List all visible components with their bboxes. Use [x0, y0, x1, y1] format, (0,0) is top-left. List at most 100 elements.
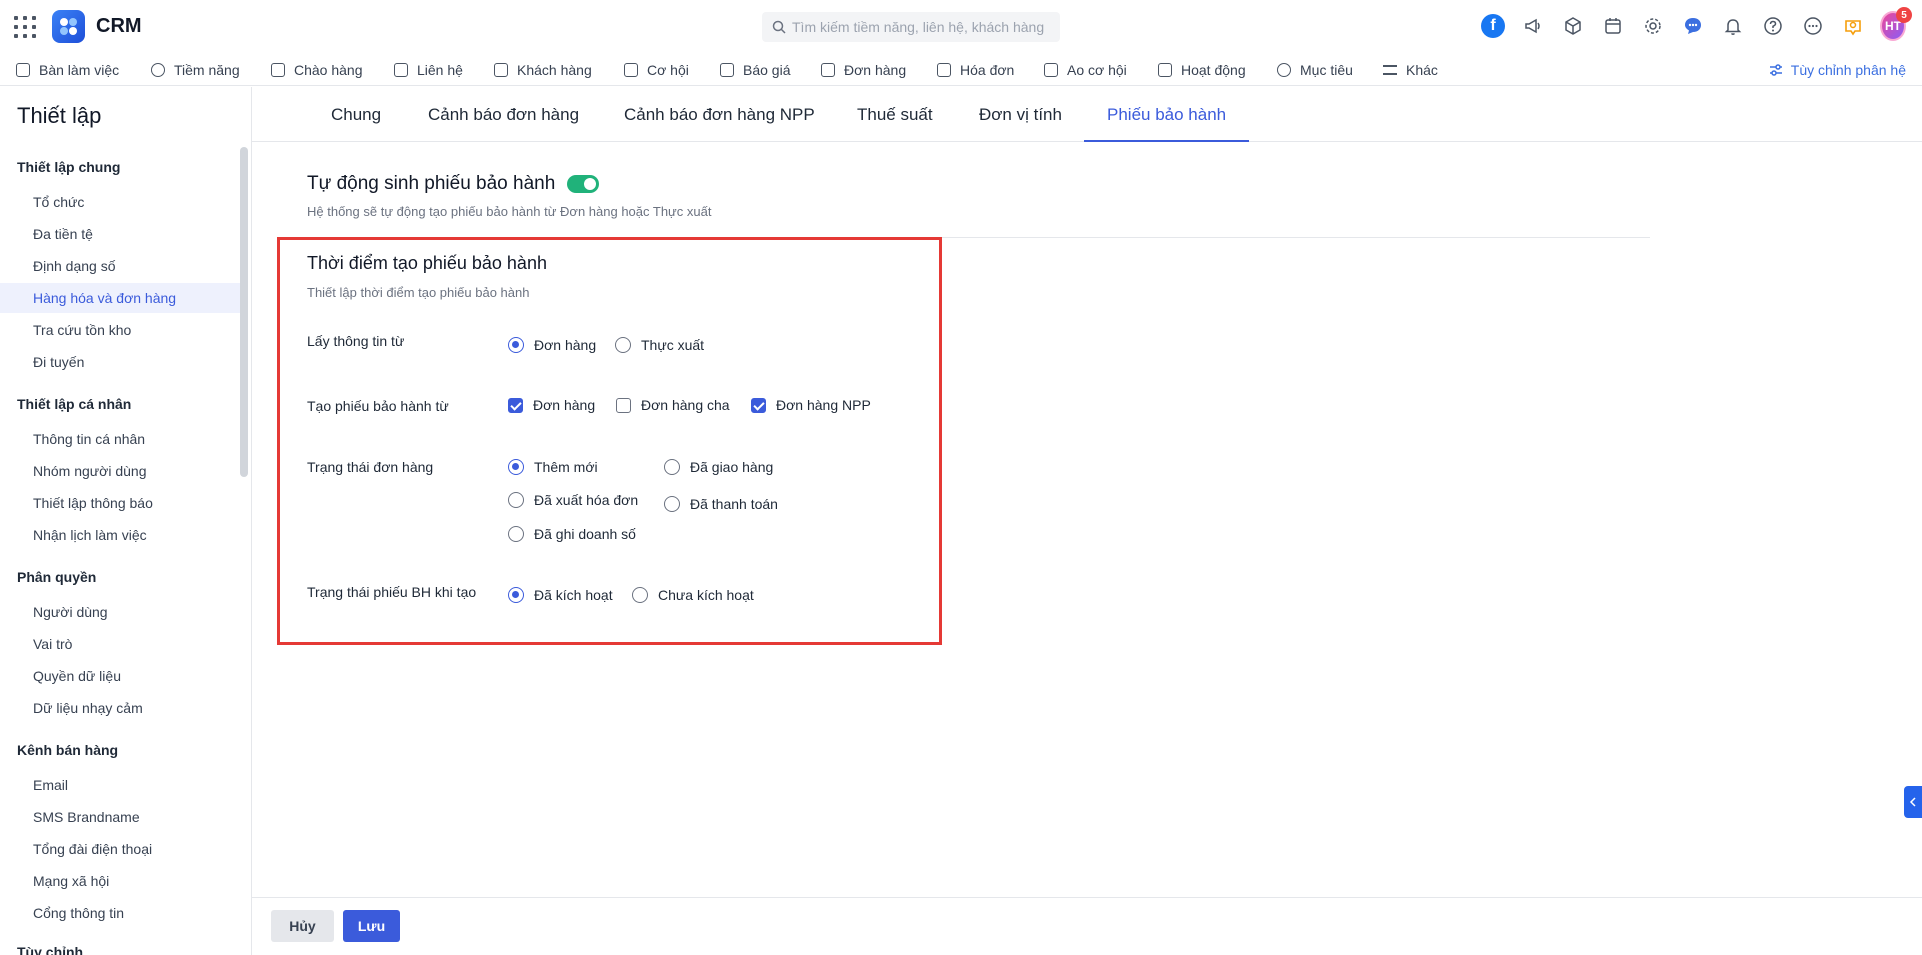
- funnel-icon: [1044, 63, 1058, 77]
- sidebar-item-to-chuc[interactable]: Tổ chức: [0, 187, 240, 217]
- nav-item-ban-lam-viec[interactable]: Bàn làm việc: [16, 58, 119, 82]
- calendar-icon[interactable]: [1600, 13, 1626, 39]
- nav-item-chao-hang[interactable]: Chào hàng: [271, 58, 363, 82]
- sidebar-item-tong-dai[interactable]: Tổng đài điện thoại: [0, 834, 240, 864]
- order-status-them-moi[interactable]: Thêm mới: [508, 459, 598, 475]
- nav-item-lien-he[interactable]: Liên hệ: [394, 58, 463, 82]
- nav-item-muc-tieu[interactable]: Mục tiêu: [1277, 58, 1353, 82]
- option-label: Đơn hàng cha: [641, 397, 730, 413]
- sidebar-scrollbar[interactable]: [240, 147, 248, 477]
- order-status-da-giao-hang[interactable]: Đã giao hàng: [664, 459, 773, 475]
- sidebar-item-nhom-nguoi-dung[interactable]: Nhóm người dùng: [0, 456, 240, 486]
- sidebar-item-vai-tro[interactable]: Vai trò: [0, 629, 240, 659]
- radio-unselected: [664, 459, 680, 475]
- tab-thue-suat[interactable]: Thuế suất: [857, 87, 933, 142]
- nav-label: Khác: [1406, 62, 1438, 78]
- sidebar-item-thiet-lap-thong-bao[interactable]: Thiết lập thông báo: [0, 488, 240, 518]
- checkbox-unchecked: [616, 397, 631, 413]
- user-avatar[interactable]: HT 5: [1880, 7, 1912, 41]
- sidebar-item-quyen-du-lieu[interactable]: Quyền dữ liệu: [0, 661, 240, 691]
- auto-generate-toggle[interactable]: [567, 175, 600, 193]
- sidebar-group-general: Thiết lập chung: [17, 159, 121, 175]
- nav-item-tiem-nang[interactable]: Tiềm năng: [151, 58, 240, 82]
- global-search[interactable]: [762, 12, 1060, 42]
- cancel-button[interactable]: Hủy: [271, 910, 334, 942]
- lightbulb-icon[interactable]: [1840, 13, 1866, 39]
- more-icon[interactable]: [1800, 13, 1826, 39]
- sidebar-item-sms-brandname[interactable]: SMS Brandname: [0, 802, 240, 832]
- user-circle-icon: [151, 63, 165, 77]
- menu-icon: [1383, 65, 1397, 75]
- building-icon: [494, 63, 508, 77]
- source-label: Lấy thông tin từ: [307, 333, 405, 349]
- sidebar-item-email[interactable]: Email: [0, 770, 240, 800]
- sidebar-item-du-lieu-nhay-cam[interactable]: Dữ liệu nhạy cảm: [0, 693, 240, 723]
- sidebar-item-cong-thong-tin[interactable]: Cổng thông tin: [0, 898, 240, 928]
- sidebar-item-nhan-lich-lam-viec[interactable]: Nhận lịch làm việc: [0, 520, 240, 550]
- warranty-status-da-kich-hoat[interactable]: Đã kích hoạt: [508, 587, 613, 603]
- create-from-don-hang[interactable]: Đơn hàng: [508, 397, 595, 413]
- nav-item-ao-co-hoi[interactable]: Ao cơ hội: [1044, 58, 1127, 82]
- box-icon[interactable]: [1560, 13, 1586, 39]
- radio-unselected: [664, 496, 680, 512]
- tab-canh-bao-don-hang[interactable]: Cảnh báo đơn hàng: [428, 87, 579, 142]
- section-title: Thời điểm tạo phiếu bảo hành: [307, 253, 547, 273]
- warranty-status-chua-kich-hoat[interactable]: Chưa kích hoạt: [632, 587, 754, 603]
- auto-generate-title: Tự động sinh phiếu bảo hành: [307, 173, 556, 194]
- sidebar-item-dinh-dang-so[interactable]: Định dạng số: [0, 251, 240, 281]
- chat-icon[interactable]: [1680, 13, 1706, 39]
- save-button[interactable]: Lưu: [343, 910, 400, 942]
- customize-label: Tùy chỉnh phân hệ: [1790, 62, 1906, 78]
- nav-item-khac[interactable]: Khác: [1383, 58, 1438, 82]
- collapse-panel-handle[interactable]: [1904, 786, 1922, 818]
- sidebar-group-permissions: Phân quyền: [17, 569, 97, 585]
- crm-logo[interactable]: [52, 10, 85, 43]
- quote-icon: [720, 63, 734, 77]
- app-grid-icon[interactable]: [14, 16, 36, 38]
- nav-item-don-hang[interactable]: Đơn hàng: [821, 58, 906, 82]
- source-option-don-hang[interactable]: Đơn hàng: [508, 337, 596, 353]
- help-icon[interactable]: [1760, 13, 1786, 39]
- nav-item-hoat-dong[interactable]: Hoạt động: [1158, 58, 1246, 82]
- customize-modules-link[interactable]: Tùy chỉnh phân hệ: [1769, 58, 1906, 82]
- create-from-don-hang-cha[interactable]: Đơn hàng cha: [616, 397, 730, 413]
- nav-item-bao-gia[interactable]: Báo giá: [720, 58, 790, 82]
- sidebar-item-nguoi-dung[interactable]: Người dùng: [0, 597, 240, 627]
- megaphone-icon[interactable]: [1520, 13, 1546, 39]
- gear-icon[interactable]: [1640, 13, 1666, 39]
- sidebar-item-hang-hoa-don-hang[interactable]: Hàng hóa và đơn hàng: [0, 283, 240, 313]
- nav-item-khach-hang[interactable]: Khách hàng: [494, 58, 592, 82]
- sidebar-item-di-tuyen[interactable]: Đi tuyến: [0, 347, 240, 377]
- tab-canh-bao-don-hang-npp[interactable]: Cảnh báo đơn hàng NPP: [624, 87, 815, 142]
- order-status-da-thanh-toan[interactable]: Đã thanh toán: [664, 496, 778, 512]
- section-description: Thiết lập thời điểm tạo phiếu bảo hành: [307, 285, 530, 300]
- sidebar-item-tra-cuu-ton-kho[interactable]: Tra cứu tồn kho: [0, 315, 240, 345]
- search-icon: [772, 20, 786, 34]
- tab-don-vi-tinh[interactable]: Đơn vị tính: [979, 87, 1062, 142]
- sidebar-item-da-tien-te[interactable]: Đa tiền tệ: [0, 219, 240, 249]
- sidebar-item-thong-tin-ca-nhan[interactable]: Thông tin cá nhân: [0, 424, 240, 454]
- warranty-status-label: Trạng thái phiếu BH khi tạo: [307, 584, 477, 600]
- order-status-da-xuat-hoa-don[interactable]: Đã xuất hóa đơn: [508, 492, 638, 508]
- nav-label: Chào hàng: [294, 62, 363, 78]
- order-status-da-ghi-doanh-so[interactable]: Đã ghi doanh số: [508, 526, 636, 542]
- search-input[interactable]: [792, 19, 1052, 35]
- magnet-icon: [271, 63, 285, 77]
- sidebar-item-mang-xa-hoi[interactable]: Mạng xã hội: [0, 866, 240, 896]
- facebook-icon[interactable]: f: [1480, 13, 1506, 39]
- nav-item-hoa-don[interactable]: Hóa đơn: [937, 58, 1014, 82]
- tab-chung[interactable]: Chung: [331, 87, 381, 142]
- create-from-don-hang-npp[interactable]: Đơn hàng NPP: [751, 397, 871, 413]
- nav-item-co-hoi[interactable]: Cơ hội: [624, 58, 689, 82]
- tab-phieu-bao-hanh[interactable]: Phiếu bảo hành: [1107, 87, 1226, 142]
- main-content: Chung Cảnh báo đơn hàng Cảnh báo đơn hàn…: [252, 87, 1922, 897]
- module-nav: Bàn làm việc Tiềm năng Chào hàng Liên hệ…: [0, 54, 1922, 86]
- bell-icon[interactable]: [1720, 13, 1746, 39]
- app-title: CRM: [96, 15, 142, 37]
- checkbox-checked: [751, 397, 766, 413]
- option-label: Đã thanh toán: [690, 496, 778, 512]
- invoice-icon: [937, 63, 951, 77]
- cart-icon: [821, 63, 835, 77]
- source-option-thuc-xuat[interactable]: Thực xuất: [615, 337, 704, 353]
- home-icon: [16, 63, 30, 77]
